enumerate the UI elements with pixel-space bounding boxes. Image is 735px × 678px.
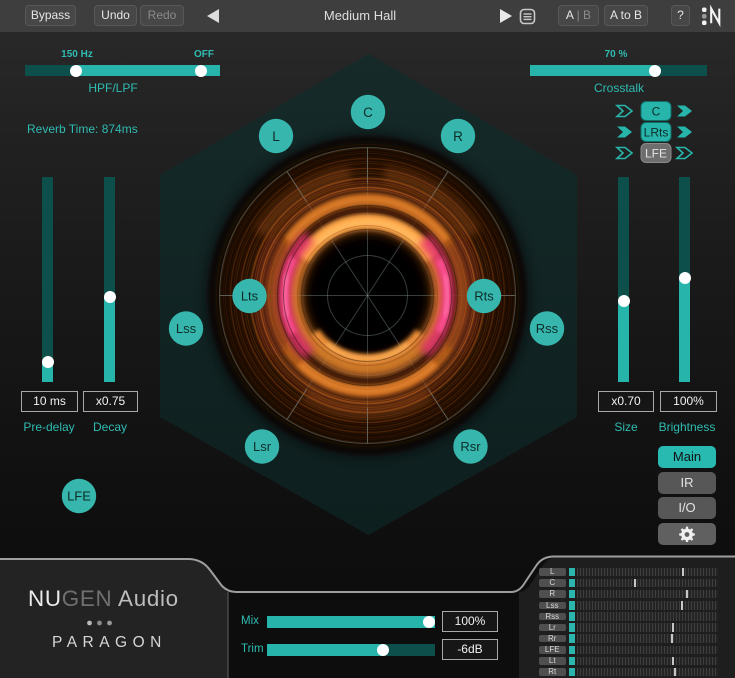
svg-text:L: L [272,129,280,144]
svg-text:Lts: Lts [241,289,259,304]
svg-text:C: C [652,105,661,119]
svg-text:Rsr: Rsr [460,439,481,454]
svg-text:PARAGON: PARAGON [52,634,167,651]
svg-text:LFE: LFE [645,147,667,161]
svg-text:Lss: Lss [176,321,197,336]
svg-text:Rts: Rts [474,289,494,304]
svg-text:LFE: LFE [67,489,91,504]
svg-text:Lsr: Lsr [253,439,272,454]
svg-text:R: R [453,129,463,144]
svg-text:LRts: LRts [644,126,669,140]
svg-text:C: C [363,105,373,120]
svg-text:Rss: Rss [536,321,559,336]
svg-text:NUGEN Audio: NUGEN Audio [28,586,179,611]
